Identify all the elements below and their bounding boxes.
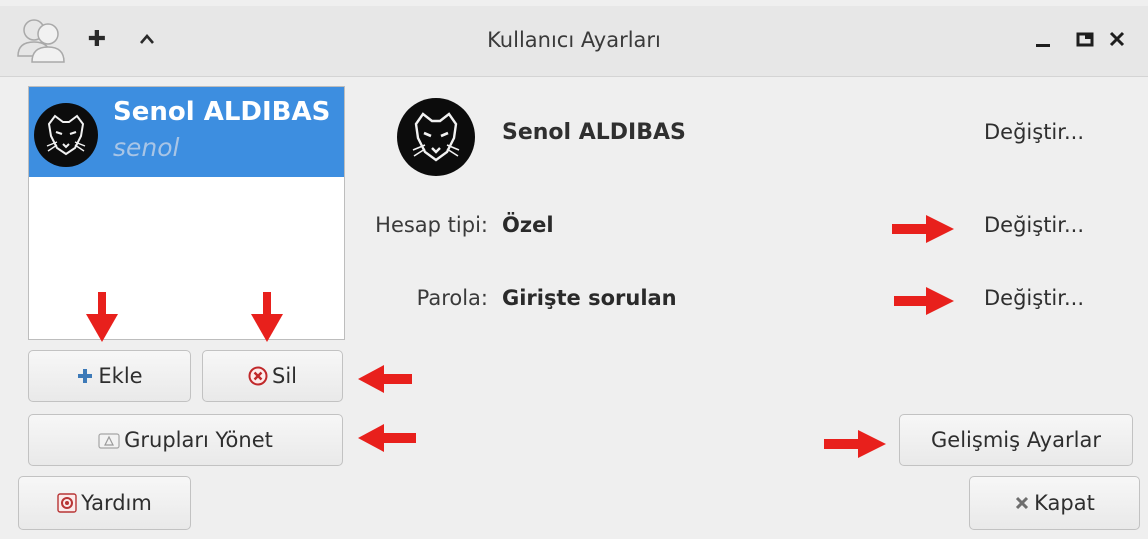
close-x-icon — [1014, 495, 1030, 511]
panther-avatar-icon — [34, 103, 98, 167]
close-label: Kapat — [1034, 491, 1095, 515]
panther-avatar-icon[interactable] — [396, 97, 476, 177]
manage-groups-button[interactable]: Grupları Yönet — [28, 414, 343, 466]
remove-icon — [248, 366, 268, 386]
annotation-arrow-down-icon — [86, 292, 118, 342]
maximize-icon[interactable] — [1070, 24, 1100, 54]
change-password-link[interactable]: Değiştir... — [984, 286, 1084, 310]
groups-icon — [98, 431, 120, 449]
window-title: Kullanıcı Ayarları — [487, 28, 661, 52]
help-icon — [57, 493, 77, 513]
annotation-arrow-down-icon — [251, 292, 283, 342]
advanced-settings-label: Gelişmiş Ayarlar — [931, 428, 1101, 452]
annotation-arrow-left-icon — [358, 424, 416, 452]
list-item[interactable]: Senol ALDIBAS senol — [29, 87, 344, 177]
manage-groups-label: Grupları Yönet — [124, 428, 273, 452]
account-type-label: Hesap tipi: — [375, 213, 488, 237]
user-full-name: Senol ALDIBAS — [113, 97, 331, 127]
detail-full-name: Senol ALDIBAS — [502, 120, 686, 145]
user-settings-window: ✚ Kullanıcı Ayarları Senol ALDIBAS senol — [0, 0, 1148, 539]
password-label: Parola: — [416, 286, 488, 310]
password-value: Girişte sorulan — [502, 286, 677, 310]
add-user-label: Ekle — [98, 364, 143, 388]
help-label: Yardım — [81, 491, 152, 515]
change-account-type-link[interactable]: Değiştir... — [984, 213, 1084, 237]
annotation-arrow-left-icon — [358, 365, 412, 393]
add-user-button[interactable]: Ekle — [28, 350, 191, 402]
account-type-value: Özel — [502, 213, 554, 237]
annotation-arrow-right-icon — [894, 287, 954, 315]
remove-user-button[interactable]: Sil — [202, 350, 343, 402]
minimize-icon[interactable] — [1028, 24, 1058, 54]
user-login-name: senol — [113, 133, 180, 162]
change-name-link[interactable]: Değiştir... — [984, 120, 1084, 144]
annotation-arrow-right-icon — [892, 215, 954, 243]
plus-icon — [76, 367, 94, 385]
close-icon[interactable] — [1102, 24, 1132, 54]
close-button[interactable]: Kapat — [969, 476, 1140, 530]
remove-user-label: Sil — [272, 364, 297, 388]
advanced-settings-button[interactable]: Gelişmiş Ayarlar — [899, 414, 1133, 466]
title-bar[interactable]: ✚ Kullanıcı Ayarları — [0, 6, 1148, 77]
help-button[interactable]: Yardım — [18, 476, 191, 530]
annotation-arrow-right-icon — [824, 430, 886, 458]
